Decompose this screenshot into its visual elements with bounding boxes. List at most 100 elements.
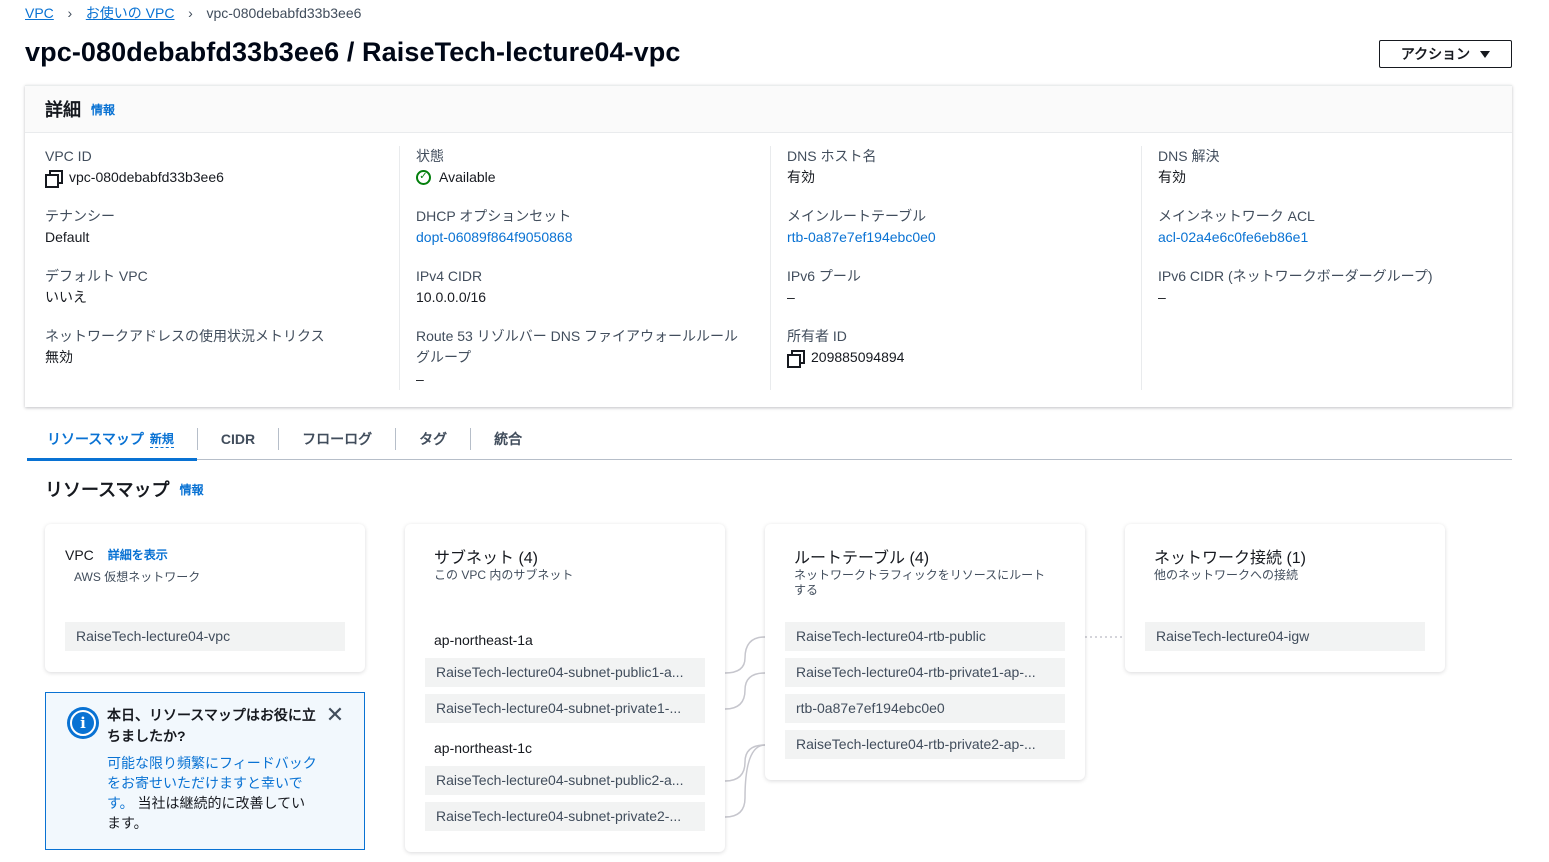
subnet-item[interactable]: RaiseTech-lecture04-subnet-public1-a...: [425, 658, 705, 687]
chevron-right-icon: ›: [67, 5, 73, 21]
feedback-body: 可能な限り頻繁にフィードバックをお寄せいただけますと幸いです。 当社は継続的に改…: [107, 753, 317, 833]
resource-map-heading: リソースマップ: [45, 480, 170, 500]
details-columns: VPC ID vpc-080debabfd33b3ee6 テナンシー Defau…: [25, 146, 1512, 390]
subnet-item[interactable]: RaiseTech-lecture04-subnet-public2-a...: [425, 766, 705, 795]
field-main-acl: メインネットワーク ACL acl-02a4e6c0fe6eb86e1: [1158, 206, 1512, 266]
vpc-card-title: VPC: [65, 546, 94, 563]
network-card-subtitle: 他のネットワークへの接続: [1154, 568, 1299, 582]
route-table-item[interactable]: RaiseTech-lecture04-rtb-public: [785, 622, 1065, 651]
az-label: ap-northeast-1c: [434, 740, 533, 756]
field-label: VPC ID: [45, 148, 92, 164]
breadcrumb: VPC › お使いの VPC › vpc-080debabfd33b3ee6: [25, 3, 361, 23]
chevron-right-icon: ›: [188, 5, 193, 21]
details-panel: 詳細 情報 VPC ID vpc-080debabfd33b3ee6 テナンシー…: [25, 85, 1512, 407]
vpc-card-subtitle: AWS 仮想ネットワーク: [74, 570, 201, 584]
vpc-card: VPC 詳細を表示 AWS 仮想ネットワーク RaiseTech-lecture…: [45, 524, 365, 672]
field-label: 状態: [416, 148, 444, 164]
field-ipv6-cidr: IPv6 CIDR (ネットワークボーダーグループ) –: [1158, 266, 1512, 326]
subnet-item[interactable]: RaiseTech-lecture04-subnet-private1-...: [425, 694, 705, 723]
ipv6-pool-value: –: [787, 289, 795, 305]
field-tenancy: テナンシー Default: [45, 206, 399, 266]
field-address-metrics: ネットワークアドレスの使用状況メトリクス 無効: [45, 326, 399, 386]
tab-bar: リソースマップ 新規 CIDR フローログ タグ 統合: [27, 418, 1512, 461]
field-label: DNS ホスト名: [787, 148, 877, 164]
breadcrumb-your-vpcs[interactable]: お使いの VPC: [86, 3, 175, 23]
field-owner-id: 所有者 ID 209885094894: [787, 326, 1141, 386]
details-header: 詳細 情報: [25, 86, 1512, 133]
route-tables-card: ルートテーブル (4) ネットワークトラフィックをリソースにルートする Rais…: [765, 524, 1085, 780]
feedback-alert: i 本日、リソースマップはお役に立ちましたか? 可能な限り頻繁にフィードバックを…: [45, 692, 365, 850]
details-column-1: VPC ID vpc-080debabfd33b3ee6 テナンシー Defau…: [25, 146, 399, 390]
field-label: IPv4 CIDR: [416, 268, 483, 284]
route-tables-card-title: ルートテーブル (4): [794, 550, 930, 567]
resource-map-info-link[interactable]: 情報: [180, 481, 204, 498]
tab-cidr[interactable]: CIDR: [196, 427, 278, 450]
field-label: メインネットワーク ACL: [1158, 208, 1315, 224]
route-tables-card-subtitle: ネットワークトラフィックをリソースにルートする: [794, 568, 1046, 597]
tab-flow-logs[interactable]: フローログ: [278, 427, 395, 450]
dhcp-link[interactable]: dopt-06089f864f9050868: [416, 226, 770, 248]
field-route53: Route 53 リゾルバー DNS ファイアウォールルールグループ –: [416, 326, 770, 387]
copy-icon[interactable]: [45, 170, 63, 188]
field-label: Route 53 リゾルバー DNS ファイアウォールルールグループ: [416, 328, 739, 365]
status-check-icon: ✓: [416, 169, 431, 185]
network-item[interactable]: RaiseTech-lecture04-igw: [1145, 622, 1425, 651]
details-column-2: 状態 ✓ Available DHCP オプションセット dopt-06089f…: [399, 146, 770, 390]
field-dns-hostnames: DNS ホスト名 有効: [787, 146, 1141, 206]
ipv4-cidr-value: 10.0.0.0/16: [416, 289, 487, 305]
default-vpc-value: いいえ: [45, 289, 87, 305]
subnets-card-title: サブネット (4): [434, 550, 539, 567]
subnets-card: サブネット (4) この VPC 内のサブネット ap-northeast-1a…: [405, 524, 725, 852]
vpc-item[interactable]: RaiseTech-lecture04-vpc: [65, 622, 345, 651]
main-route-table-link[interactable]: rtb-0a87e7ef194ebc0e0: [787, 226, 1141, 248]
az-label: ap-northeast-1a: [434, 632, 533, 648]
main-acl-link[interactable]: acl-02a4e6c0fe6eb86e1: [1158, 226, 1512, 248]
route53-value: –: [416, 371, 424, 387]
dns-resolution-value: 有効: [1158, 169, 1186, 185]
field-value-row: 209885094894: [787, 346, 1141, 368]
page-title: vpc-080debabfd33b3ee6 / RaiseTech-lectur…: [25, 37, 681, 67]
field-dhcp: DHCP オプションセット dopt-06089f864f9050868: [416, 206, 770, 266]
field-ipv6-pool: IPv6 プール –: [787, 266, 1141, 326]
field-dns-resolution: DNS 解決 有効: [1158, 146, 1512, 206]
tab-tags[interactable]: タグ: [395, 427, 470, 450]
tab-integrations[interactable]: 統合: [470, 427, 545, 450]
copy-icon[interactable]: [787, 350, 805, 368]
actions-button[interactable]: アクション: [1379, 40, 1512, 68]
field-label: IPv6 プール: [787, 268, 861, 284]
breadcrumb-vpc[interactable]: VPC: [25, 5, 54, 21]
route-table-item[interactable]: RaiseTech-lecture04-rtb-private2-ap-...: [785, 730, 1065, 759]
tab-label: リソースマップ: [47, 430, 144, 447]
field-value-row: ✓ Available: [416, 166, 770, 188]
new-badge: 新規: [149, 431, 174, 448]
resource-map-heading-row: リソースマップ 情報: [45, 476, 204, 502]
actions-button-label: アクション: [1400, 46, 1471, 62]
field-label: デフォルト VPC: [45, 268, 148, 284]
field-ipv4-cidr: IPv4 CIDR 10.0.0.0/16: [416, 266, 770, 326]
breadcrumb-current: vpc-080debabfd33b3ee6: [206, 5, 362, 21]
vpc-id-value: vpc-080debabfd33b3ee6: [69, 169, 224, 185]
field-label: 所有者 ID: [787, 328, 847, 344]
view-details-link[interactable]: 詳細を表示: [108, 546, 168, 563]
details-info-link[interactable]: 情報: [91, 101, 115, 118]
network-connections-card: ネットワーク接続 (1) 他のネットワークへの接続 RaiseTech-lect…: [1125, 524, 1445, 672]
subnet-item[interactable]: RaiseTech-lecture04-subnet-private2-...: [425, 802, 705, 831]
close-icon[interactable]: ✕: [325, 704, 345, 726]
tab-resource-map[interactable]: リソースマップ 新規: [27, 418, 197, 461]
field-label: テナンシー: [45, 208, 115, 224]
route-table-item[interactable]: RaiseTech-lecture04-rtb-private1-ap-...: [785, 658, 1065, 687]
state-value: Available: [439, 169, 496, 185]
subnets-card-subtitle: この VPC 内のサブネット: [434, 568, 574, 582]
feedback-text: 当社は継続的に改善しています。: [107, 795, 306, 831]
field-label: メインルートテーブル: [787, 208, 927, 224]
field-default-vpc: デフォルト VPC いいえ: [45, 266, 399, 326]
tenancy-value: Default: [45, 229, 90, 245]
caret-down-icon: [1480, 50, 1491, 58]
details-column-4: DNS 解決 有効 メインネットワーク ACL acl-02a4e6c0fe6e…: [1141, 146, 1512, 390]
field-state: 状態 ✓ Available: [416, 146, 770, 206]
field-label: ネットワークアドレスの使用状況メトリクス: [45, 328, 325, 344]
field-value-row: vpc-080debabfd33b3ee6: [45, 166, 399, 188]
info-icon: i: [67, 707, 99, 739]
route-table-item[interactable]: rtb-0a87e7ef194ebc0e0: [785, 694, 1065, 723]
field-label: DNS 解決: [1158, 148, 1220, 164]
